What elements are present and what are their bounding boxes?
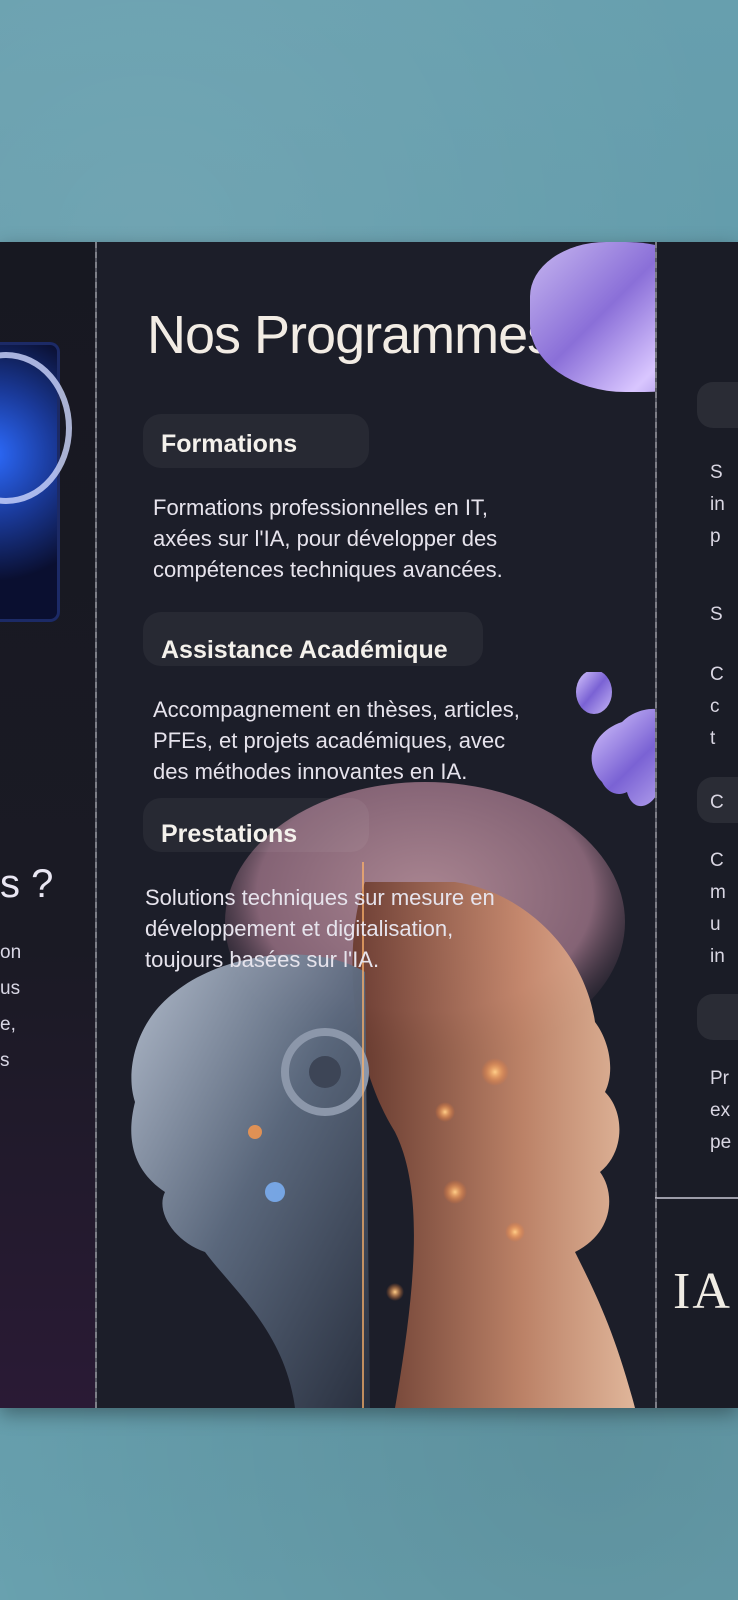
ring-graphic bbox=[0, 352, 72, 504]
left-text-fragment: e, bbox=[0, 1014, 16, 1035]
left-text-fragment: us bbox=[0, 978, 21, 999]
right-text-fragment: in bbox=[710, 946, 725, 967]
description-line: compétences techniques avancées. bbox=[153, 557, 503, 582]
programmes-panel: Nos Programmes : Formations Formations p… bbox=[95, 242, 655, 1408]
right-text-fragment: p bbox=[710, 526, 721, 547]
right-panel: S in p S C c t C C m u in Pr ex pe IA bbox=[655, 242, 738, 1408]
right-text-fragment: S bbox=[710, 462, 723, 483]
left-heading-fragment: s ? bbox=[0, 862, 54, 906]
description-line: Solutions techniques sur mesure en bbox=[145, 885, 495, 910]
description-line: développement et digitalisation, bbox=[145, 916, 454, 941]
left-panel: s ? on us e, s bbox=[0, 242, 95, 1408]
right-text-fragment: pe bbox=[710, 1132, 732, 1153]
fold-line bbox=[95, 242, 97, 1408]
section-title-formations: Formations bbox=[161, 430, 298, 458]
section-description-formations: Formations professionnelles en IT, axées… bbox=[153, 492, 573, 585]
section-title-prestations: Prestations bbox=[161, 820, 298, 848]
fold-line bbox=[655, 242, 657, 1408]
section-title-pill bbox=[697, 994, 738, 1040]
description-line: Formations professionnelles en IT, bbox=[153, 495, 489, 520]
right-text-fragment: ex bbox=[710, 1100, 731, 1121]
left-text-fragment: on bbox=[0, 942, 22, 963]
description-line: PFEs, et projets académiques, avec bbox=[153, 728, 506, 753]
right-text-fragment: in bbox=[710, 494, 725, 515]
section-title-assistance: Assistance Académique bbox=[161, 636, 448, 664]
brochure: s ? on us e, s Nos Programmes: Formatio… bbox=[0, 242, 738, 1408]
brand-logo: IA bbox=[673, 1263, 732, 1320]
section-description-assistance: Accompagnement en thèses, articles, PFEs… bbox=[153, 694, 573, 787]
ai-head-illustration bbox=[131, 782, 635, 1408]
right-text-fragment: Pr bbox=[710, 1068, 729, 1089]
description-line: axées sur l'IA, pour développer des bbox=[153, 526, 498, 551]
description-line: des méthodes innovantes en IA. bbox=[153, 759, 468, 784]
divider-line bbox=[655, 1197, 738, 1199]
section-title-pill bbox=[697, 382, 738, 428]
left-text-fragment: s bbox=[0, 1050, 10, 1071]
description-line: toujours basées sur l'IA. bbox=[145, 947, 380, 972]
description-line: Accompagnement en thèses, articles, bbox=[153, 697, 520, 722]
right-text-fragment: C bbox=[710, 664, 724, 685]
page-title: Nos Programmes : bbox=[147, 305, 582, 365]
right-text-fragment: t bbox=[710, 728, 716, 749]
right-text-fragment: C bbox=[710, 792, 724, 813]
section-description-prestations: Solutions techniques sur mesure en dével… bbox=[145, 882, 565, 975]
right-text-fragment: m bbox=[710, 882, 726, 903]
right-text-fragment: c bbox=[710, 696, 720, 717]
right-text-fragment: S bbox=[710, 604, 723, 625]
right-text-fragment: u bbox=[710, 914, 721, 935]
right-text-fragment: C bbox=[710, 850, 724, 871]
